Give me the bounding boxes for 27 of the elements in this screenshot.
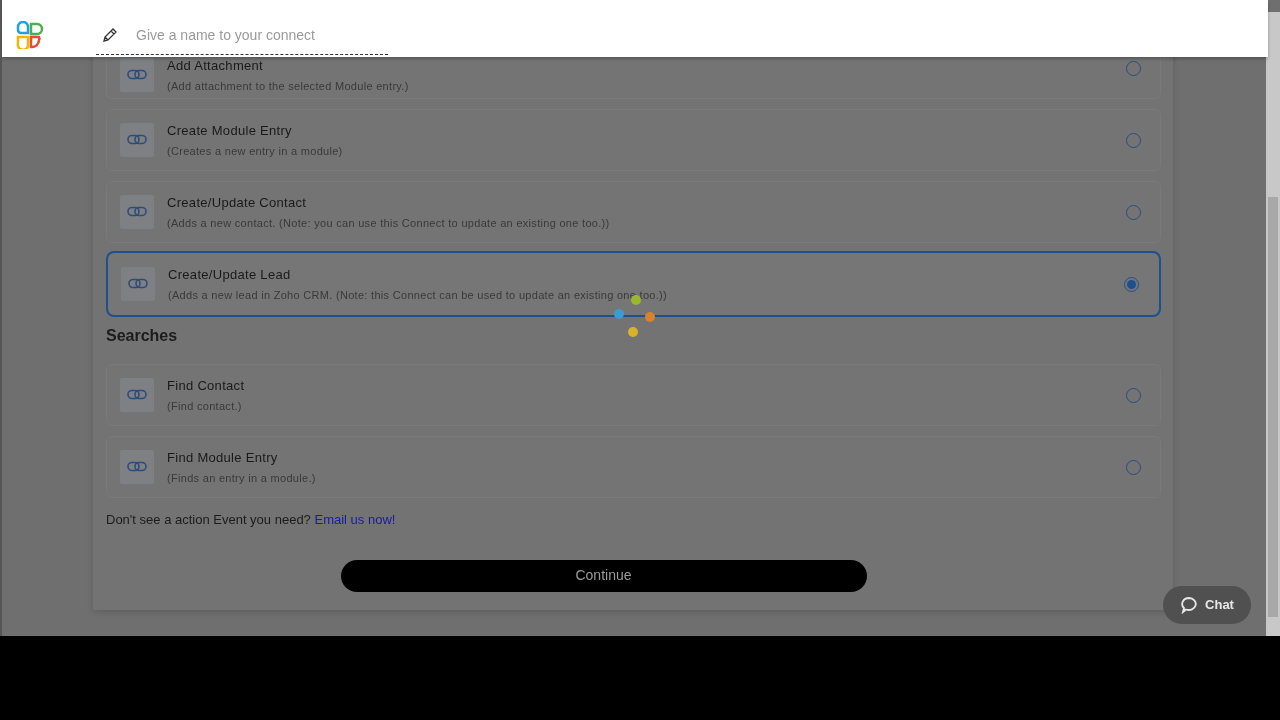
- chat-bubble-icon: [1180, 596, 1199, 614]
- chat-button[interactable]: Chat: [1163, 586, 1251, 624]
- link-icon: [120, 58, 154, 92]
- option-description: (Finds an entry in a module.): [167, 470, 317, 486]
- link-icon: [120, 450, 154, 484]
- option-title: Add Attachment: [167, 57, 264, 75]
- action-option[interactable]: Find Module Entry (Finds an entry in a module.): [106, 436, 1161, 498]
- pencil-icon: [102, 27, 118, 43]
- app-logo-icon: [15, 20, 44, 49]
- option-title: Find Module Entry: [167, 449, 279, 467]
- section-heading: Searches: [106, 326, 179, 346]
- help-text: Don't see a action Event you need?: [106, 512, 311, 527]
- continue-button[interactable]: Continue: [340, 559, 867, 592]
- scrollbar[interactable]: [1266, 12, 1280, 636]
- link-icon: [121, 267, 155, 301]
- option-title: Create/Update Contact: [167, 194, 308, 212]
- link-icon: [120, 123, 154, 157]
- option-title: Find Contact: [167, 377, 246, 395]
- connect-name-field[interactable]: Give a name to your connect: [96, 16, 388, 55]
- action-option[interactable]: Find Contact (Find contact.): [106, 364, 1161, 426]
- link-icon: [120, 378, 154, 412]
- email-link[interactable]: Email us now!: [314, 512, 396, 527]
- option-description: (Find contact.): [167, 398, 243, 414]
- option-title: Create Module Entry: [167, 122, 293, 140]
- name-input[interactable]: Give a name to your connect: [136, 24, 376, 46]
- option-title: Create/Update Lead: [168, 266, 292, 284]
- link-icon: [120, 195, 154, 229]
